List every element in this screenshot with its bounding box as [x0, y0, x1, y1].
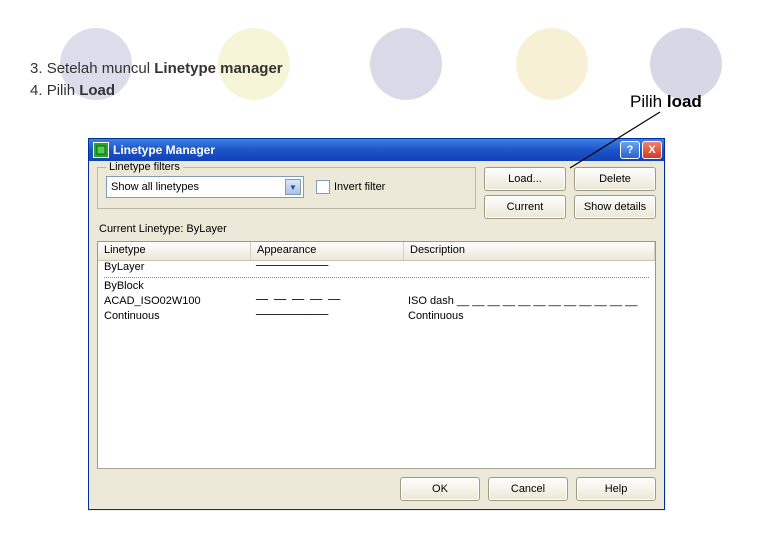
callout-text: Pilih — [630, 92, 667, 111]
list-item[interactable]: ByBlock — [98, 280, 655, 295]
header-description[interactable]: Description — [404, 242, 655, 260]
step3-num: 3. — [30, 60, 43, 77]
cell-appearance — [250, 280, 402, 295]
list-header: Linetype Appearance Description — [98, 242, 655, 261]
list-item[interactable]: ByLayer──────────── — [98, 261, 655, 276]
filters-legend: Linetype filters — [106, 161, 183, 173]
cell-appearance: ──────────── — [250, 261, 402, 276]
cell-description — [402, 261, 655, 276]
titlebar[interactable]: Linetype Manager ? X — [89, 139, 664, 161]
step3-bold: Linetype manager — [154, 60, 282, 77]
cell-linetype: ByLayer — [98, 261, 250, 276]
cell-appearance: ──────────── — [250, 310, 402, 325]
delete-button[interactable]: Delete — [574, 167, 656, 191]
chevron-down-icon: ▼ — [285, 179, 301, 195]
header-linetype[interactable]: Linetype — [98, 242, 251, 260]
current-button[interactable]: Current — [484, 195, 566, 219]
decorative-circle — [370, 28, 442, 100]
step4-text: Pilih — [47, 82, 80, 99]
step3-text: Setelah muncul — [47, 60, 155, 77]
window-title: Linetype Manager — [113, 143, 620, 157]
cell-appearance: ── ── ── ── ── — [250, 295, 402, 310]
invert-filter-checkbox[interactable]: Invert filter — [316, 180, 385, 194]
callout-bold: load — [667, 92, 702, 111]
divider — [104, 276, 649, 278]
cell-linetype: Continuous — [98, 310, 250, 325]
step4-bold: Load — [79, 82, 115, 99]
header-appearance[interactable]: Appearance — [251, 242, 404, 260]
list-item[interactable]: ACAD_ISO02W100── ── ── ── ──ISO dash __ … — [98, 295, 655, 310]
titlebar-close-button[interactable]: X — [642, 141, 662, 159]
checkbox-box-icon — [316, 180, 330, 194]
help-button[interactable]: Help — [576, 477, 656, 501]
decorative-circle — [516, 28, 588, 100]
cell-linetype: ACAD_ISO02W100 — [98, 295, 250, 310]
current-linetype-label: Current Linetype: ByLayer — [97, 221, 656, 237]
cancel-button[interactable]: Cancel — [488, 477, 568, 501]
step4-num: 4. — [30, 82, 43, 99]
invert-filter-label: Invert filter — [334, 181, 385, 193]
show-details-button[interactable]: Show details — [574, 195, 656, 219]
cell-description — [402, 280, 655, 295]
decorative-circle — [650, 28, 722, 100]
linetype-listbox[interactable]: Linetype Appearance Description ByLayer─… — [97, 241, 656, 469]
list-item[interactable]: Continuous────────────Continuous — [98, 310, 655, 325]
linetype-manager-window: Linetype Manager ? X Linetype filters Sh… — [88, 138, 665, 510]
list-body: ByLayer────────────ByBlockACAD_ISO02W100… — [98, 261, 655, 468]
load-button[interactable]: Load... — [484, 167, 566, 191]
filter-select[interactable]: Show all linetypes ▼ — [106, 176, 304, 198]
callout-label: Pilih load — [630, 92, 702, 112]
instruction-list: 3. Setelah muncul Linetype manager 4. Pi… — [30, 58, 283, 102]
app-icon — [93, 142, 109, 158]
cell-description: ISO dash __ __ __ __ __ __ __ __ __ __ _… — [402, 295, 655, 310]
ok-button[interactable]: OK — [400, 477, 480, 501]
titlebar-help-button[interactable]: ? — [620, 141, 640, 159]
linetype-filters-group: Linetype filters Show all linetypes ▼ In… — [97, 167, 476, 209]
filter-select-value: Show all linetypes — [111, 181, 199, 193]
cell-linetype: ByBlock — [98, 280, 250, 295]
cell-description: Continuous — [402, 310, 655, 325]
